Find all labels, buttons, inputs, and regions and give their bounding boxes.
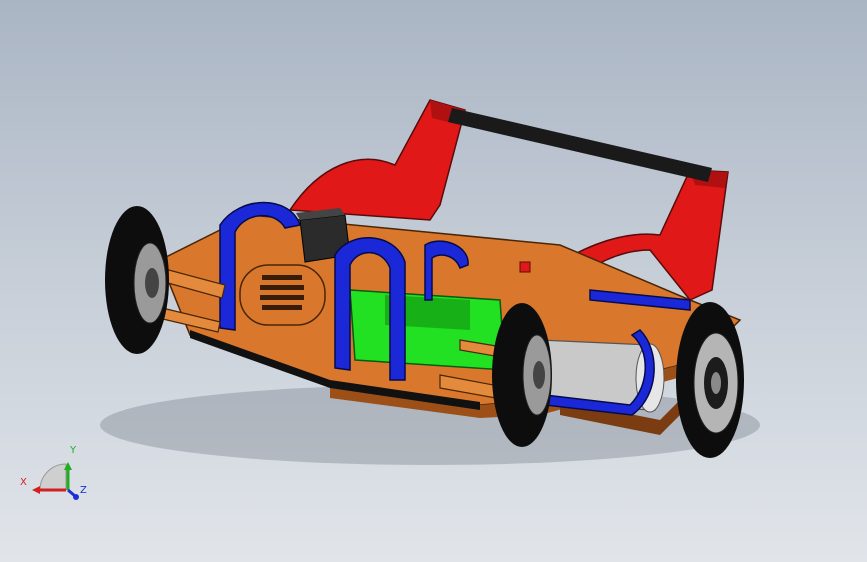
vent-grille: [239, 264, 326, 326]
triad-x-label: X: [20, 477, 27, 488]
model-canvas[interactable]: [0, 0, 867, 562]
wheel-rear-right: [676, 302, 744, 458]
triad-y-label: Y: [70, 445, 77, 456]
axis-triad: [32, 462, 79, 500]
wheel-front-left: [105, 206, 169, 354]
triad-z-label: Z: [80, 485, 87, 496]
cad-viewport[interactable]: X Y Z: [0, 0, 867, 562]
battery: [349, 289, 506, 371]
wheel-front-right: [492, 303, 552, 447]
red-marker: [519, 261, 531, 273]
